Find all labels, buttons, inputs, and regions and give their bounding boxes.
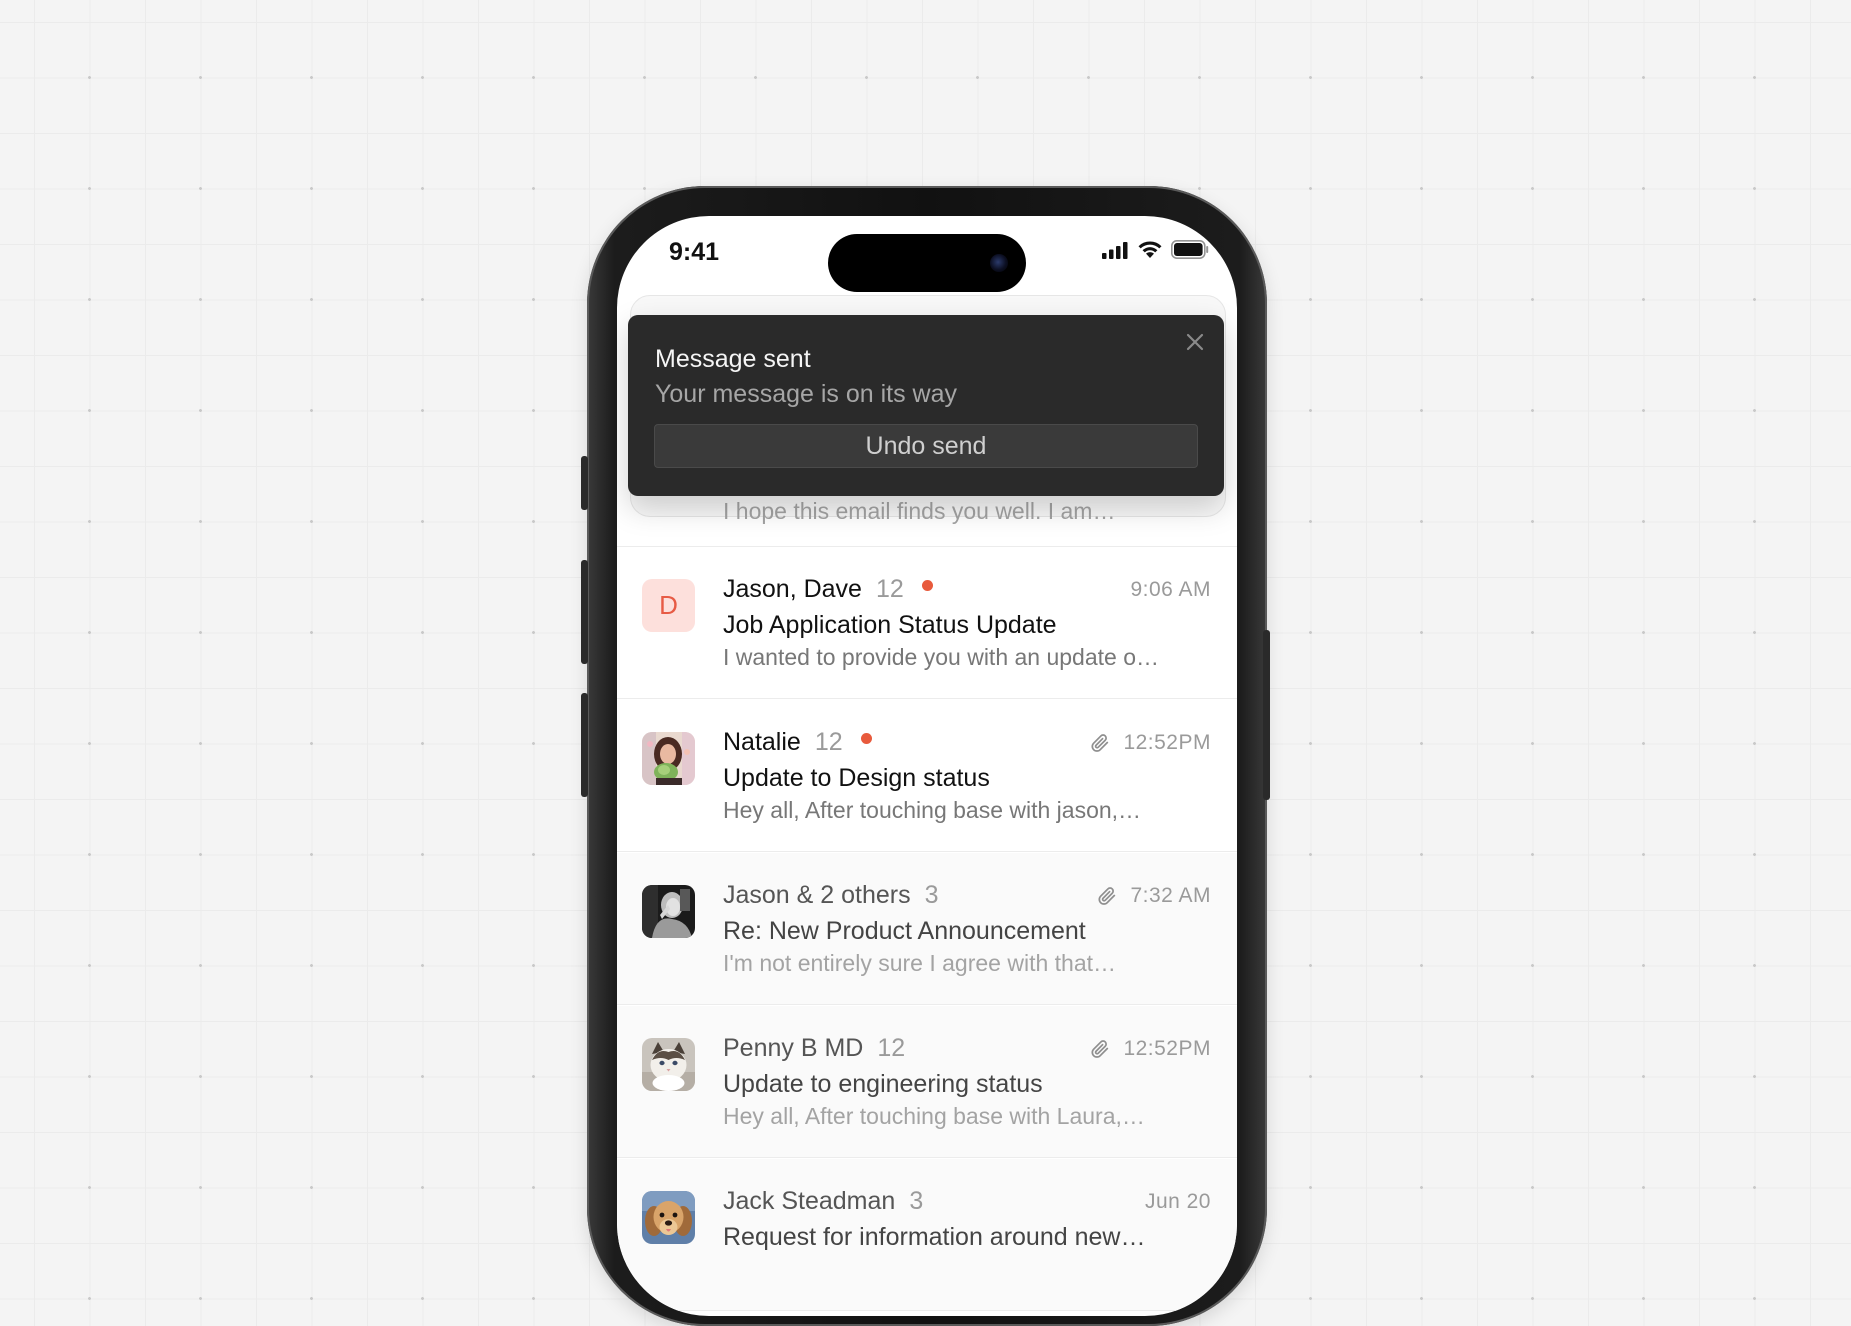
thread-count: 3 bbox=[924, 881, 939, 909]
email-subject: Request for information around new… bbox=[723, 1223, 1146, 1251]
sender-line: Natalie 12 bbox=[723, 728, 872, 757]
thread-count: 12 bbox=[875, 575, 904, 603]
wifi-icon bbox=[1138, 241, 1162, 258]
email-meta: 7:32 AM bbox=[1096, 884, 1211, 908]
sender-name: Penny B MD bbox=[723, 1034, 864, 1062]
email-meta: 12:52PM bbox=[1089, 731, 1211, 755]
email-preview: I hope this email finds you well. I am… bbox=[723, 498, 1116, 524]
dog-portrait-icon bbox=[642, 1191, 695, 1244]
email-row[interactable]: Natalie 12 12:52PM Update to Design stat… bbox=[617, 700, 1237, 852]
email-subject: Update to engineering status bbox=[723, 1070, 1043, 1098]
avatar bbox=[642, 1038, 695, 1091]
sender-line: Jason & 2 others 3 bbox=[723, 881, 939, 910]
toast-subtitle: Your message is on its way bbox=[655, 380, 958, 408]
email-meta: 12:52PM bbox=[1089, 1037, 1211, 1061]
sender-name: Jason & 2 others bbox=[723, 881, 911, 909]
sender-name: Jason, Dave bbox=[723, 575, 862, 603]
email-meta: 9:06 AM bbox=[1130, 578, 1211, 602]
status-icons bbox=[1101, 240, 1209, 259]
status-time: 9:41 bbox=[669, 238, 720, 266]
thread-count: 3 bbox=[909, 1187, 924, 1215]
email-preview: I wanted to provide you with an update o… bbox=[723, 644, 1160, 670]
bw-portrait-icon bbox=[642, 885, 695, 938]
toast-title: Message sent bbox=[655, 345, 811, 373]
action-button bbox=[581, 456, 588, 510]
cat-portrait-icon bbox=[642, 1038, 695, 1091]
email-time: Jun 20 bbox=[1144, 1190, 1211, 1213]
undo-send-button[interactable]: Undo send bbox=[654, 424, 1198, 468]
avatar: D bbox=[642, 579, 695, 632]
sender-line: Penny B MD 12 bbox=[723, 1034, 905, 1063]
email-preview: Hey all, After touching base with Laura,… bbox=[723, 1103, 1145, 1129]
email-row[interactable]: Jack Steadman 3 Jun 20 Request for infor… bbox=[617, 1159, 1237, 1311]
volume-down-button bbox=[581, 693, 588, 797]
sender-name: Jack Steadman bbox=[723, 1187, 896, 1215]
thread-count: 12 bbox=[877, 1034, 906, 1062]
signal-icon bbox=[1102, 241, 1128, 259]
email-time: 12:52PM bbox=[1123, 1037, 1211, 1060]
avatar bbox=[642, 1191, 695, 1244]
email-preview: I'm not entirely sure I agree with that… bbox=[723, 950, 1117, 976]
email-meta: Jun 20 bbox=[1145, 1190, 1211, 1214]
sender-name: Natalie bbox=[723, 728, 801, 756]
message-sent-toast: Message sent Your message is on its way … bbox=[628, 315, 1224, 496]
close-icon[interactable] bbox=[1180, 327, 1210, 357]
avatar bbox=[642, 732, 695, 785]
email-row[interactable]: Penny B MD 12 12:52PM Update to engineer… bbox=[617, 1006, 1237, 1158]
sender-line: Jason, Dave 12 bbox=[723, 575, 933, 604]
power-button bbox=[1263, 630, 1270, 800]
unread-indicator bbox=[921, 580, 933, 591]
avatar bbox=[642, 885, 695, 938]
email-subject: Re: New Product Announcement bbox=[723, 917, 1086, 945]
paperclip-icon bbox=[1091, 1040, 1109, 1058]
email-time: 12:52PM bbox=[1123, 731, 1211, 754]
email-time: 9:06 AM bbox=[1130, 578, 1211, 601]
sender-line: Jack Steadman 3 bbox=[723, 1187, 923, 1216]
unread-indicator bbox=[860, 733, 872, 744]
email-subject: Job Application Status Update bbox=[723, 611, 1057, 639]
battery-icon bbox=[1171, 240, 1209, 259]
phone-screen: 9:41 I hope this email finds you well. I… bbox=[617, 216, 1237, 1316]
volume-up-button bbox=[581, 560, 588, 664]
paperclip-icon bbox=[1091, 734, 1109, 752]
email-row[interactable]: Jason & 2 others 3 7:32 AM Re: New Produ… bbox=[617, 853, 1237, 1005]
thread-count: 12 bbox=[814, 728, 843, 756]
email-row[interactable]: D Jason, Dave 12 9:06 AM Job Application… bbox=[617, 547, 1237, 699]
dynamic-island bbox=[828, 234, 1026, 292]
paperclip-icon bbox=[1098, 887, 1116, 905]
email-subject: Update to Design status bbox=[723, 764, 990, 792]
email-preview: Hey all, After touching base with jason,… bbox=[723, 797, 1142, 823]
email-time: 7:32 AM bbox=[1130, 884, 1211, 907]
woman-portrait-icon bbox=[642, 732, 695, 785]
camera-icon bbox=[990, 254, 1008, 272]
